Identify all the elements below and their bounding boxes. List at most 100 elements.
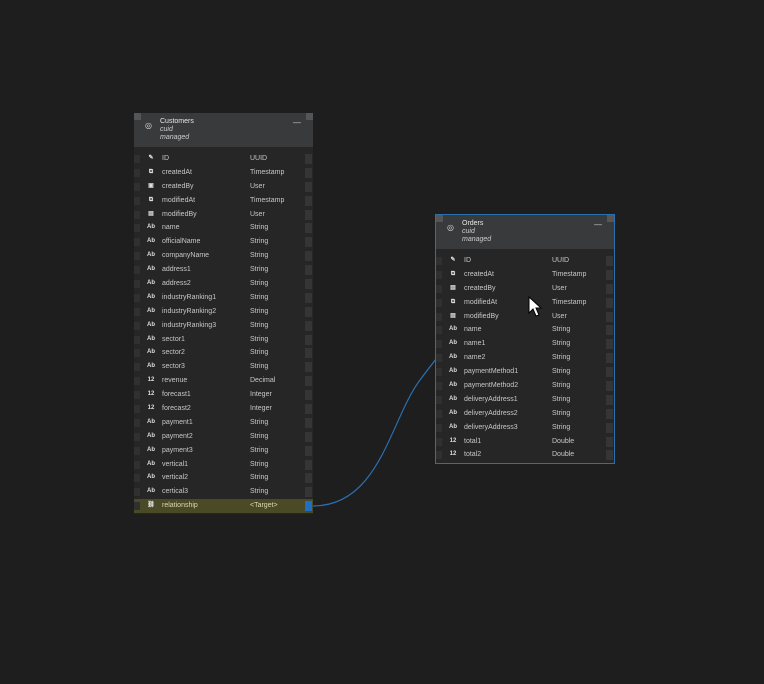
- field-row[interactable]: Ab officialName String: [134, 235, 313, 249]
- right-port-handle[interactable]: [606, 394, 613, 405]
- left-port-handle[interactable]: [134, 502, 140, 511]
- right-port-handle[interactable]: [305, 181, 312, 192]
- right-port-handle[interactable]: [305, 265, 312, 276]
- field-row[interactable]: Ab deliveryAddress1 String: [436, 393, 614, 407]
- field-row[interactable]: Ab certical3 String: [134, 485, 313, 499]
- left-port-handle[interactable]: [134, 238, 140, 247]
- left-port-handle[interactable]: [134, 474, 140, 483]
- header-corner-handle[interactable]: [607, 215, 614, 222]
- field-row[interactable]: ⧉ modifiedAt Timestamp: [436, 296, 614, 310]
- right-port-handle[interactable]: [305, 445, 312, 456]
- field-row[interactable]: ▤ createdBy User: [436, 282, 614, 296]
- field-row[interactable]: Ab deliveryAddress2 String: [436, 407, 614, 421]
- left-port-handle[interactable]: [134, 266, 140, 275]
- left-port-handle[interactable]: [134, 155, 140, 163]
- left-port-handle[interactable]: [436, 451, 442, 460]
- field-row[interactable]: 12 revenue Decimal: [134, 374, 313, 388]
- right-port-handle[interactable]: [305, 251, 312, 262]
- left-port-handle[interactable]: [436, 368, 442, 377]
- left-port-handle[interactable]: [134, 182, 140, 191]
- field-row[interactable]: Ab address2 String: [134, 277, 313, 291]
- right-port-handle[interactable]: [606, 339, 613, 350]
- right-port-handle[interactable]: [606, 436, 613, 447]
- left-port-handle[interactable]: [436, 382, 442, 391]
- right-port-handle[interactable]: [606, 311, 613, 322]
- left-port-handle[interactable]: [436, 298, 442, 307]
- right-port-handle[interactable]: [606, 353, 613, 364]
- left-port-handle[interactable]: [436, 340, 442, 349]
- left-port-handle[interactable]: [134, 280, 140, 289]
- left-port-handle[interactable]: [134, 224, 140, 233]
- field-row[interactable]: Ab deliveryAddress3 String: [436, 421, 614, 435]
- field-row[interactable]: ⧉ createdAt Timestamp: [134, 166, 313, 180]
- field-row[interactable]: ✎ ID UUID: [436, 254, 614, 268]
- field-row[interactable]: ✎ ID UUID: [134, 152, 313, 166]
- right-port-handle[interactable]: [305, 501, 312, 512]
- field-row[interactable]: Ab industryRanking1 String: [134, 291, 313, 305]
- right-port-handle[interactable]: [305, 154, 312, 164]
- left-port-handle[interactable]: [134, 446, 140, 455]
- left-port-handle[interactable]: [134, 321, 140, 330]
- right-port-handle[interactable]: [606, 256, 613, 266]
- left-port-handle[interactable]: [134, 418, 140, 427]
- right-port-handle[interactable]: [606, 367, 613, 378]
- field-row[interactable]: ▤ modifiedBy User: [436, 310, 614, 324]
- field-row[interactable]: ⧉ modifiedAt Timestamp: [134, 194, 313, 208]
- right-port-handle[interactable]: [305, 348, 312, 359]
- left-port-handle[interactable]: [134, 196, 140, 205]
- right-port-handle[interactable]: [305, 195, 312, 206]
- right-port-handle[interactable]: [305, 459, 312, 470]
- right-port-handle[interactable]: [305, 487, 312, 498]
- field-row[interactable]: ▣ createdBy User: [134, 180, 313, 194]
- right-port-handle[interactable]: [305, 362, 312, 373]
- left-port-handle[interactable]: [134, 432, 140, 441]
- left-port-handle[interactable]: [436, 437, 442, 446]
- right-port-handle[interactable]: [305, 292, 312, 303]
- left-port-handle[interactable]: [134, 210, 140, 219]
- field-row[interactable]: Ab payment2 String: [134, 430, 313, 444]
- header-corner-handle[interactable]: [134, 113, 141, 120]
- right-port-handle[interactable]: [305, 167, 312, 178]
- left-port-handle[interactable]: [436, 423, 442, 432]
- minimize-icon[interactable]: —: [594, 220, 602, 229]
- right-port-handle[interactable]: [606, 325, 613, 336]
- left-port-handle[interactable]: [134, 349, 140, 358]
- field-row[interactable]: 12 total2 Double: [436, 448, 614, 462]
- right-port-handle[interactable]: [305, 417, 312, 428]
- field-row[interactable]: Ab vertical2 String: [134, 471, 313, 485]
- field-row[interactable]: Ab name String: [436, 323, 614, 337]
- right-port-handle[interactable]: [305, 376, 312, 387]
- left-port-handle[interactable]: [436, 354, 442, 363]
- right-port-handle[interactable]: [606, 381, 613, 392]
- header-corner-handle[interactable]: [436, 215, 443, 222]
- right-port-handle[interactable]: [305, 334, 312, 345]
- field-row[interactable]: 12 forecast1 Integer: [134, 388, 313, 402]
- right-port-handle[interactable]: [305, 320, 312, 331]
- header-corner-handle[interactable]: [306, 113, 313, 120]
- field-row[interactable]: Ab sector1 String: [134, 333, 313, 347]
- field-row[interactable]: Ab payment1 String: [134, 416, 313, 430]
- field-row[interactable]: Ab vertical1 String: [134, 458, 313, 472]
- right-port-handle[interactable]: [305, 279, 312, 290]
- field-row[interactable]: 12 forecast2 Integer: [134, 402, 313, 416]
- entity-header[interactable]: ◎ Customers cuid managed —: [134, 113, 313, 147]
- field-row[interactable]: Ab companyName String: [134, 249, 313, 263]
- right-port-handle[interactable]: [305, 473, 312, 484]
- minimize-icon[interactable]: —: [293, 118, 301, 127]
- left-port-handle[interactable]: [436, 284, 442, 293]
- left-port-handle[interactable]: [436, 395, 442, 404]
- right-port-handle[interactable]: [606, 297, 613, 308]
- right-port-handle[interactable]: [305, 209, 312, 220]
- right-port-handle[interactable]: [305, 223, 312, 234]
- customers-entity-card[interactable]: ◎ Customers cuid managed — ✎ ID UUID ⧉ creat…: [134, 113, 313, 514]
- left-port-handle[interactable]: [436, 257, 442, 265]
- left-port-handle[interactable]: [134, 307, 140, 316]
- right-port-handle[interactable]: [606, 422, 613, 433]
- field-row[interactable]: Ab sector3 String: [134, 360, 313, 374]
- field-row[interactable]: ⛓ relationship <Target>: [134, 499, 313, 514]
- left-port-handle[interactable]: [436, 312, 442, 321]
- right-port-handle[interactable]: [305, 237, 312, 248]
- field-row[interactable]: Ab paymentMethod2 String: [436, 379, 614, 393]
- left-port-handle[interactable]: [436, 409, 442, 418]
- field-row[interactable]: ⧉ createdAt Timestamp: [436, 268, 614, 282]
